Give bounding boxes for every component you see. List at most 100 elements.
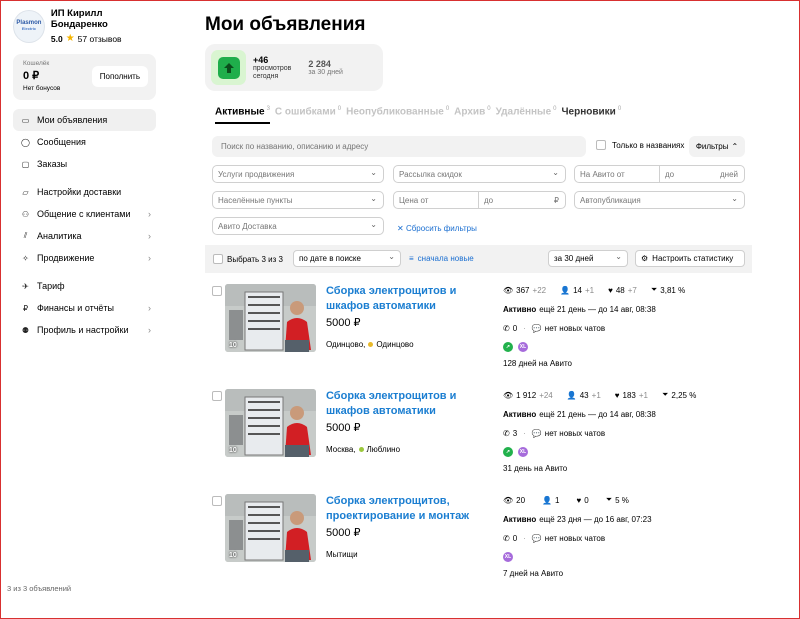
tab-count: 0 (617, 106, 622, 112)
sidebar-item-analytics[interactable]: ⫽ Аналитика › (13, 225, 156, 247)
select-label: Услуги продвижения (218, 170, 295, 179)
person-icon: 👤 (560, 285, 571, 295)
phone-icon: ✆ (503, 323, 510, 333)
chats-status: нет новых чатов (544, 533, 606, 543)
tab-archive[interactable]: Архив 0 (454, 106, 490, 124)
filters-button[interactable]: Фильтры ⌃ (689, 136, 745, 157)
listing-photo[interactable]: 10 (225, 389, 316, 457)
tab-count: 0 (337, 106, 342, 112)
company-logo: Plasmon Electric (13, 9, 45, 43)
sort-select[interactable]: по дате в поиске ⌄ (293, 250, 401, 267)
listing-checkbox[interactable] (212, 496, 222, 506)
status-expiry: ещё 21 день — до 14 авг, 08:38 (539, 409, 656, 419)
sidebar-item-label: Мои объявления (37, 115, 108, 125)
favorites-delta: +7 (627, 285, 637, 295)
heart-icon: ♥ (576, 495, 582, 505)
listing-checkbox[interactable] (212, 391, 222, 401)
days-on-avito: 7 дней на Авито (503, 568, 564, 578)
promo-badge-icon[interactable]: ↗ (503, 447, 513, 457)
period-select[interactable]: за 30 дней ⌄ (548, 250, 628, 267)
metro-dot (358, 447, 364, 452)
tab-label: Неопубликованные (346, 106, 444, 118)
tab-label: Активные (215, 106, 265, 118)
tab-label: Архив (454, 106, 486, 118)
avito-delivery-select[interactable]: Авито Доставка ⌄ (212, 217, 384, 235)
funnel-icon: ⏷ (662, 390, 669, 399)
views-delta: +24 (539, 390, 553, 400)
autopublish-select[interactable]: Автопубликация ⌄ (574, 191, 745, 209)
views-month-label: за 30 дней (308, 69, 343, 76)
avito-days-to-input[interactable]: до дней (659, 165, 745, 183)
xl-badge-icon[interactable]: XL (518, 342, 528, 352)
promo-services-select[interactable]: Услуги продвижения ⌄ (212, 165, 384, 183)
sidebar-item-orders[interactable]: ▢ Заказы (13, 153, 156, 175)
listing-photo[interactable]: 10 (225, 494, 316, 562)
listing-photo[interactable]: 10 (225, 284, 316, 352)
search-input[interactable] (212, 136, 586, 157)
listings-icon: ▭ (21, 115, 30, 125)
settlements-select[interactable]: Населённые пункты ⌄ (212, 191, 384, 209)
sidebar-item-promotion[interactable]: ✧ Продвижение › (13, 247, 156, 269)
only-names-checkbox[interactable] (596, 140, 606, 150)
views-today-value: +46 (253, 54, 269, 65)
status-expiry: ещё 23 дня — до 16 авг, 07:23 (539, 514, 652, 524)
profile-name[interactable]: ИП Кирилл Бондаренко (51, 8, 158, 30)
price-from-input[interactable]: Цена от (393, 191, 479, 209)
profile[interactable]: Plasmon Electric ИП Кирилл Бондаренко 5.… (13, 8, 158, 44)
tab-errors[interactable]: С ошибками 0 (275, 106, 341, 124)
views-today-label2: сегодня (253, 72, 279, 80)
status-tabs: Активные 3 С ошибками 0 Неопубликованные 0 … (215, 106, 622, 125)
select-all-checkbox[interactable] (213, 254, 223, 264)
favorites-count: 183 (622, 390, 636, 400)
listing-checkbox[interactable] (212, 286, 222, 296)
period-label: за 30 дней (554, 254, 594, 263)
listing-title[interactable]: Сборка электрощитов и шкафов автоматики (326, 284, 481, 314)
topup-button[interactable]: Пополнить (91, 66, 148, 87)
select-all[interactable]: Выбрать 3 из 3 (213, 254, 283, 264)
close-icon: ✕ (397, 224, 404, 233)
plane-icon: ✈ (22, 281, 29, 291)
listing-title[interactable]: Сборка электрощитов и шкафов автоматики (326, 389, 481, 419)
sidebar-item-clients[interactable]: ⚇ Общение с клиентами › (13, 203, 156, 225)
configure-stats-button[interactable]: ⚙ Настроить статистику (635, 250, 745, 267)
tab-label: Удалённые (495, 106, 552, 118)
sort-order-toggle[interactable]: ≡ сначала новые (409, 254, 474, 263)
tab-active[interactable]: Активные 3 (215, 106, 270, 125)
tab-deleted[interactable]: Удалённые 0 (496, 106, 557, 124)
sidebar-item-finance[interactable]: ₽ Финансы и отчёты › (13, 297, 156, 319)
sidebar-item-tariff[interactable]: ✈ Тариф (13, 275, 156, 297)
sidebar-item-messages[interactable]: ◯ Сообщения (13, 131, 156, 153)
days-unit: дней (719, 170, 738, 179)
sidebar-item-delivery-settings[interactable]: ▱ Настройки доставки (13, 181, 156, 203)
profile-rating[interactable]: 5.0 ★ 57 отзывов (51, 33, 158, 44)
chat-icon: 💬 (531, 533, 542, 543)
sidebar-item-listings[interactable]: ▭ Мои объявления (13, 109, 156, 131)
price-to-input[interactable]: до ₽ (478, 191, 566, 209)
sidebar-item-profile[interactable]: ⚉ Профиль и настройки › (13, 319, 156, 341)
tab-drafts[interactable]: Черновики 0 (562, 106, 622, 124)
xl-badge-icon[interactable]: XL (518, 447, 528, 457)
avito-days-from-input[interactable]: На Авито от (574, 165, 660, 183)
promo-badge-icon[interactable]: ↗ (503, 342, 513, 352)
select-label: Населённые пункты (218, 196, 293, 205)
only-names-toggle[interactable]: Только в названиях (596, 140, 684, 150)
input-placeholder: до (665, 170, 675, 179)
select-all-label: Выбрать 3 из 3 (227, 254, 283, 264)
stats-card[interactable]: +46 просмотров сегодня 2 284 за 30 дней (205, 44, 383, 91)
funnel-icon: ⏷ (605, 495, 613, 504)
views-count: 1 912 (516, 390, 537, 400)
listing-title[interactable]: Сборка электрощитов, проектирование и мо… (326, 494, 481, 524)
box-icon: ▢ (21, 159, 30, 169)
tab-unpublished[interactable]: Неопубликованные 0 (346, 106, 449, 124)
user-icon: ⚉ (21, 325, 30, 335)
xl-badge-icon[interactable]: XL (503, 552, 513, 562)
sidebar-menu: ▭ Мои объявления ◯ Сообщения ▢ Заказы ▱ … (13, 109, 158, 341)
chevron-down-icon: ⌄ (615, 252, 622, 261)
photo-count: 10 (229, 342, 237, 349)
reviews-count: 57 отзывов (77, 33, 122, 44)
reset-filters-link[interactable]: ✕ Сбросить фильтры (397, 224, 477, 233)
discount-mailing-select[interactable]: Рассылка скидок ⌄ (393, 165, 566, 183)
person-icon: 👤 (542, 495, 553, 505)
days-on-avito: 31 день на Авито (503, 463, 568, 473)
chevron-down-icon: ⌄ (388, 252, 395, 261)
